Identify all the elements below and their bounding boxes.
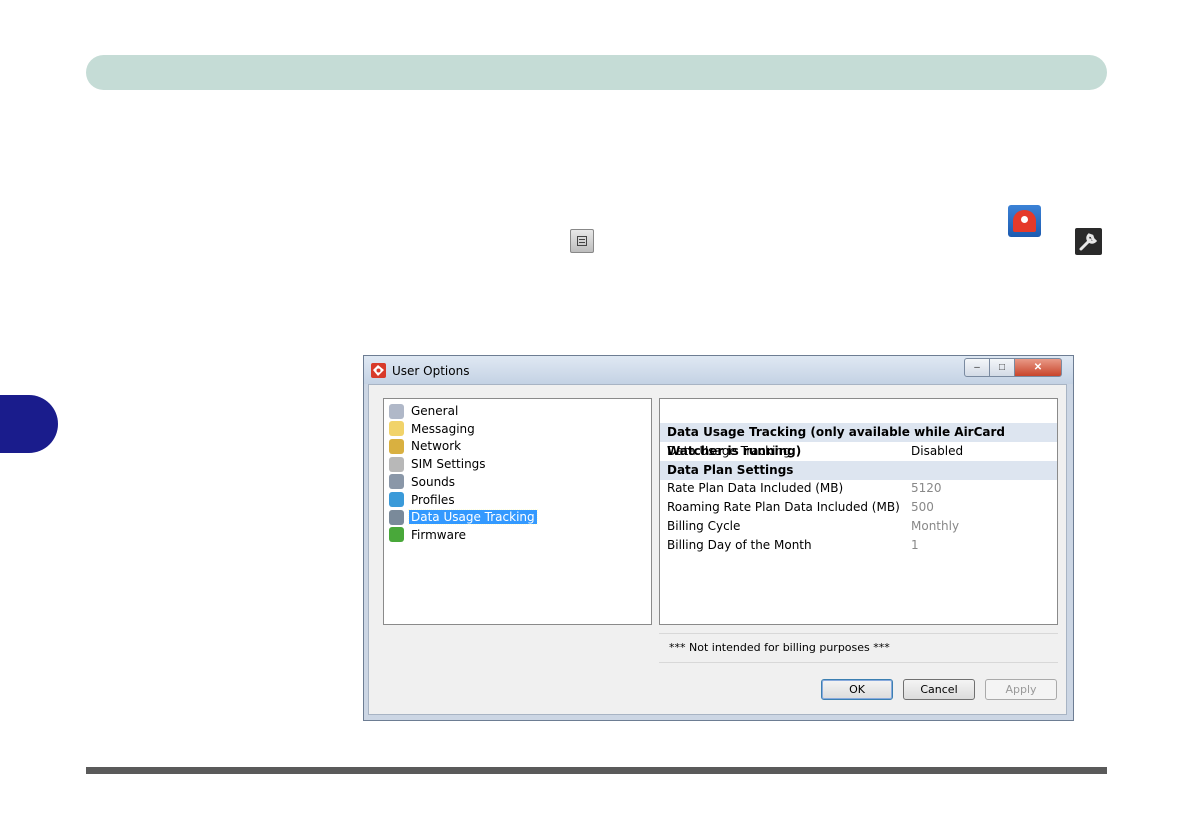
property-row[interactable]: Billing Day of the Month 1 bbox=[667, 536, 1052, 555]
user-options-window: User Options – □ ✕ General Messaging Netwo… bbox=[363, 355, 1074, 721]
data-usage-icon bbox=[389, 509, 404, 525]
property-row-tracking[interactable]: Data Usage Tracking Disabled bbox=[667, 442, 1052, 461]
chapter-tab bbox=[0, 395, 58, 453]
wrench-icon bbox=[1075, 228, 1102, 255]
tree-item-label: SIM Settings bbox=[411, 457, 486, 472]
minimize-button[interactable]: – bbox=[964, 358, 990, 377]
property-value[interactable]: 5120 bbox=[911, 479, 942, 498]
speaker-icon bbox=[389, 474, 404, 490]
tree-item-data-usage-tracking[interactable]: Data Usage Tracking bbox=[389, 508, 538, 526]
divider bbox=[659, 633, 1058, 634]
page-header-bar bbox=[86, 55, 1107, 90]
tree-item-label: Messaging bbox=[411, 421, 475, 436]
tree-item-label: Profiles bbox=[411, 492, 455, 507]
apply-button[interactable]: Apply bbox=[985, 679, 1057, 700]
property-value[interactable]: 500 bbox=[911, 498, 934, 517]
tree-item-firmware[interactable]: Firmware bbox=[389, 526, 468, 544]
tree-item-label: General bbox=[411, 404, 459, 418]
property-label: Billing Cycle bbox=[667, 519, 741, 533]
close-button[interactable]: ✕ bbox=[1014, 358, 1062, 377]
tree-item-general[interactable]: General bbox=[389, 402, 460, 420]
divider bbox=[659, 662, 1058, 663]
options-tree: General Messaging Network SIM Settings Sound… bbox=[383, 398, 652, 625]
section-header-plan: Data Plan Settings bbox=[660, 461, 1057, 480]
tree-item-label: Network bbox=[411, 439, 462, 454]
property-row[interactable]: Billing Cycle Monthly bbox=[667, 517, 1052, 536]
antenna-icon bbox=[389, 438, 404, 454]
menu-icon bbox=[570, 229, 594, 253]
property-label: Billing Day of the Month bbox=[667, 538, 812, 552]
footer-rule bbox=[86, 767, 1107, 774]
tree-item-profiles[interactable]: Profiles bbox=[389, 491, 457, 509]
section-header-tracking: Data Usage Tracking (only available whil… bbox=[660, 423, 1057, 458]
property-label: Roaming Rate Plan Data Included (MB) bbox=[667, 500, 900, 514]
tree-item-messaging[interactable]: Messaging bbox=[389, 420, 477, 438]
property-label: Data Usage Tracking bbox=[667, 444, 791, 458]
app-icon bbox=[371, 363, 386, 378]
globe-icon bbox=[389, 492, 404, 507]
maximize-button[interactable]: □ bbox=[989, 358, 1015, 377]
cancel-button[interactable]: Cancel bbox=[903, 679, 975, 700]
aircard-watcher-icon bbox=[1008, 205, 1041, 237]
dialog-client-area: General Messaging Network SIM Settings Sound… bbox=[368, 384, 1067, 715]
billing-note: *** Not intended for billing purposes **… bbox=[669, 641, 890, 654]
tree-item-sounds[interactable]: Sounds bbox=[389, 473, 457, 491]
tree-item-label: Sounds bbox=[411, 474, 456, 489]
title-bar: User Options – □ ✕ bbox=[364, 356, 1073, 384]
property-value[interactable]: 1 bbox=[911, 536, 919, 555]
tree-item-label: Firmware bbox=[411, 527, 466, 542]
properties-panel: Data Usage Tracking (only available whil… bbox=[659, 398, 1058, 625]
sim-card-icon bbox=[389, 456, 404, 472]
tree-item-label: Data Usage Tracking bbox=[408, 509, 538, 526]
envelope-icon bbox=[389, 421, 404, 437]
tree-item-sim-settings[interactable]: SIM Settings bbox=[389, 455, 488, 473]
property-value[interactable]: Monthly bbox=[911, 517, 959, 536]
general-icon bbox=[389, 403, 404, 419]
property-row[interactable]: Rate Plan Data Included (MB) 5120 bbox=[667, 479, 1052, 498]
tree-item-network[interactable]: Network bbox=[389, 437, 463, 455]
window-title: User Options bbox=[392, 364, 470, 378]
property-row[interactable]: Roaming Rate Plan Data Included (MB) 500 bbox=[667, 498, 1052, 517]
firmware-icon bbox=[389, 527, 404, 543]
property-value[interactable]: Disabled bbox=[911, 442, 963, 461]
property-label: Rate Plan Data Included (MB) bbox=[667, 481, 844, 495]
ok-button[interactable]: OK bbox=[821, 679, 893, 700]
